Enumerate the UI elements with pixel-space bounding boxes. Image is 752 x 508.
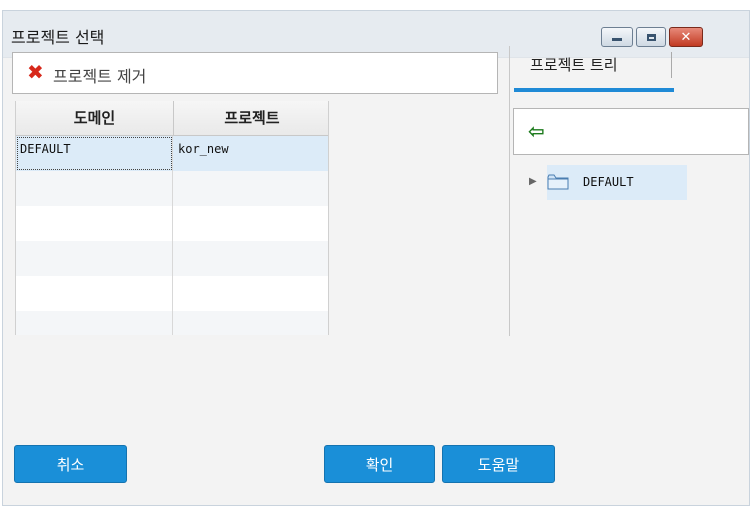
panel-divider[interactable] — [509, 46, 510, 336]
tree-toolbar: ⇦ — [513, 108, 749, 155]
cancel-button[interactable]: 취소 — [14, 445, 127, 483]
table-row-empty — [16, 171, 328, 206]
table-row-empty — [16, 241, 328, 276]
cell-project[interactable]: kor_new — [174, 136, 328, 171]
maximize-button[interactable] — [636, 27, 666, 47]
remove-project-label: 프로젝트 제거 — [53, 67, 147, 86]
expand-caret-icon[interactable]: ▶ — [529, 176, 537, 187]
remove-x-icon: ✖ — [27, 60, 44, 84]
top-strip — [0, 0, 752, 10]
minimize-button[interactable] — [601, 27, 633, 47]
table-row-empty — [16, 206, 328, 241]
close-button[interactable]: ✕ — [669, 27, 703, 47]
tab-active-indicator — [514, 88, 674, 92]
cell-empty — [16, 311, 173, 335]
table-row-empty — [16, 311, 328, 335]
window-title: 프로젝트 선택 — [11, 28, 105, 47]
ok-button[interactable]: 확인 — [324, 445, 435, 483]
cell-empty — [16, 171, 173, 206]
column-header-domain[interactable]: 도메인 — [16, 101, 174, 135]
folder-icon — [547, 174, 569, 190]
tree-item-label: DEFAULT — [583, 175, 634, 189]
help-button[interactable]: 도움말 — [442, 445, 555, 483]
cell-empty — [16, 206, 173, 241]
table-row[interactable]: DEFAULT kor_new — [16, 136, 328, 171]
cell-empty — [16, 276, 173, 311]
tab-label: 프로젝트 트리 — [530, 56, 618, 74]
column-header-project[interactable]: 프로젝트 — [174, 101, 328, 135]
tab-separator — [671, 52, 672, 78]
cell-empty — [16, 241, 173, 276]
tab-project-tree[interactable]: 프로젝트 트리 — [514, 48, 674, 92]
grid-header: 도메인 프로젝트 — [16, 101, 328, 136]
remove-project-button[interactable]: ✖ 프로젝트 제거 — [12, 52, 498, 94]
table-row-empty — [16, 276, 328, 311]
minimize-icon — [612, 37, 622, 41]
cell-domain[interactable]: DEFAULT — [16, 136, 173, 171]
close-icon: ✕ — [680, 29, 692, 45]
project-grid: 도메인 프로젝트 DEFAULT kor_new — [15, 101, 329, 335]
back-arrow-icon[interactable]: ⇦ — [528, 119, 545, 143]
maximize-icon — [646, 33, 656, 41]
tree-item-default[interactable]: ▶ DEFAULT — [525, 165, 687, 200]
